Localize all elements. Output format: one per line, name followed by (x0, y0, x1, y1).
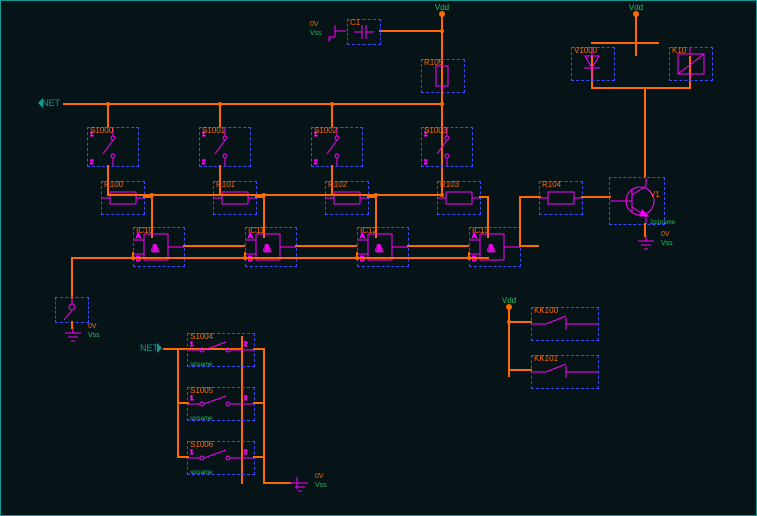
svg-text:&: & (151, 243, 159, 255)
vss-label: Vss (315, 482, 327, 489)
svg-text:2: 2 (424, 160, 428, 166)
svg-text:2: 2 (244, 396, 248, 402)
comp-ic11[interactable]: AB& IC11 (245, 227, 297, 267)
ref: R102 (328, 180, 347, 189)
ref: S1001 (202, 126, 225, 135)
ref: V1000 (574, 46, 597, 55)
comp-s1004[interactable]: 1 2 S1004 spisame (187, 333, 255, 367)
comp-s1005[interactable]: 1 2 S1005 spisame (187, 387, 255, 421)
gnd-s-chain: 0V Vss (289, 477, 311, 495)
ref: KK100 (534, 306, 558, 315)
ref: R104 (542, 180, 561, 189)
comp-r101[interactable]: R101 (213, 181, 257, 215)
comp-ic12[interactable]: AB& IC12 (357, 227, 409, 267)
schematic-canvas[interactable]: Vdd Vdd Vdd C1 0V Vss R105 NET 12 S1000 (0, 0, 757, 516)
svg-text:1: 1 (190, 450, 194, 456)
ref: V1 (650, 190, 660, 199)
ref: IC13 (472, 226, 489, 235)
svg-text:&: & (375, 243, 383, 255)
comp-ic10[interactable]: AB& IC10 (133, 227, 185, 267)
svg-text:2: 2 (202, 160, 206, 166)
svg-text:&: & (263, 243, 271, 255)
zero-v: 0V (661, 231, 670, 238)
comp-k10[interactable]: K10 (669, 47, 713, 81)
val: spisame (190, 470, 212, 476)
ref: S1005 (190, 386, 213, 395)
ref: S1002 (314, 126, 337, 135)
vdd-label-2: Vdd (629, 3, 643, 12)
comp-v1[interactable]: V1 2p1name (609, 177, 665, 225)
comp-s1006[interactable]: 1 2 S1006 spisame (187, 441, 255, 475)
ref: K10 (672, 46, 686, 55)
val: 2p1name (650, 220, 675, 226)
comp-s1001[interactable]: 12 S1001 (199, 127, 251, 167)
zero-v: 0V (315, 473, 324, 480)
comp-r102[interactable]: R102 (325, 181, 369, 215)
gnd-v1: 0V Vss (635, 235, 657, 253)
ref: R103 (440, 180, 459, 189)
svg-text:2: 2 (244, 450, 248, 456)
val: spisame (190, 362, 212, 368)
comp-r104[interactable]: R104 (539, 181, 583, 215)
net-label-top: NET (41, 98, 61, 108)
comp-kk100[interactable]: KK100 (531, 307, 599, 341)
svg-text:2: 2 (244, 342, 248, 348)
ref: R101 (216, 180, 235, 189)
ref: S1004 (190, 332, 213, 341)
comp-ic13[interactable]: AB& IC13 (469, 227, 521, 267)
svg-text:2: 2 (314, 160, 318, 166)
ref: IC11 (248, 226, 264, 235)
svg-text:1: 1 (190, 396, 194, 402)
comp-v1000[interactable]: V1000 (571, 47, 615, 81)
ref: R100 (104, 180, 123, 189)
vss-label: Vss (88, 332, 100, 339)
vss-label: Vss (310, 30, 322, 37)
ref: R105 (424, 58, 443, 67)
comp-r103[interactable]: R103 (437, 181, 481, 215)
ref: IC10 (136, 226, 153, 235)
val: spisame (190, 416, 212, 422)
ref: C1 (350, 18, 360, 27)
comp-s1002[interactable]: 12 S1002 (311, 127, 363, 167)
svg-text:1: 1 (190, 342, 194, 348)
vdd-label-3: Vdd (502, 296, 516, 305)
svg-text:&: & (487, 243, 495, 255)
zero-v: 0V (310, 21, 319, 28)
comp-c1[interactable]: C1 (347, 19, 381, 45)
net-label-mid: NET (139, 343, 159, 353)
ref: IC12 (360, 226, 377, 235)
vdd-label-1: Vdd (435, 3, 449, 12)
zero-v: 0V (88, 323, 97, 330)
gnd-left: 0V Vss (62, 327, 84, 345)
comp-gnd-sym-left[interactable] (55, 297, 89, 323)
ref: S1003 (424, 126, 447, 135)
gnd-c1: 0V Vss (324, 25, 346, 43)
comp-s1003[interactable]: 12 S1003 (421, 127, 473, 167)
ref: S1000 (90, 126, 113, 135)
comp-r105[interactable]: R105 (421, 59, 465, 93)
vss-label: Vss (661, 240, 673, 247)
comp-kk101[interactable]: KK101 (531, 355, 599, 389)
comp-s1000[interactable]: 12 S1000 (87, 127, 139, 167)
comp-r100[interactable]: R100 (101, 181, 145, 215)
ref: KK101 (534, 354, 558, 363)
ref: S1006 (190, 440, 213, 449)
svg-text:2: 2 (90, 160, 94, 166)
